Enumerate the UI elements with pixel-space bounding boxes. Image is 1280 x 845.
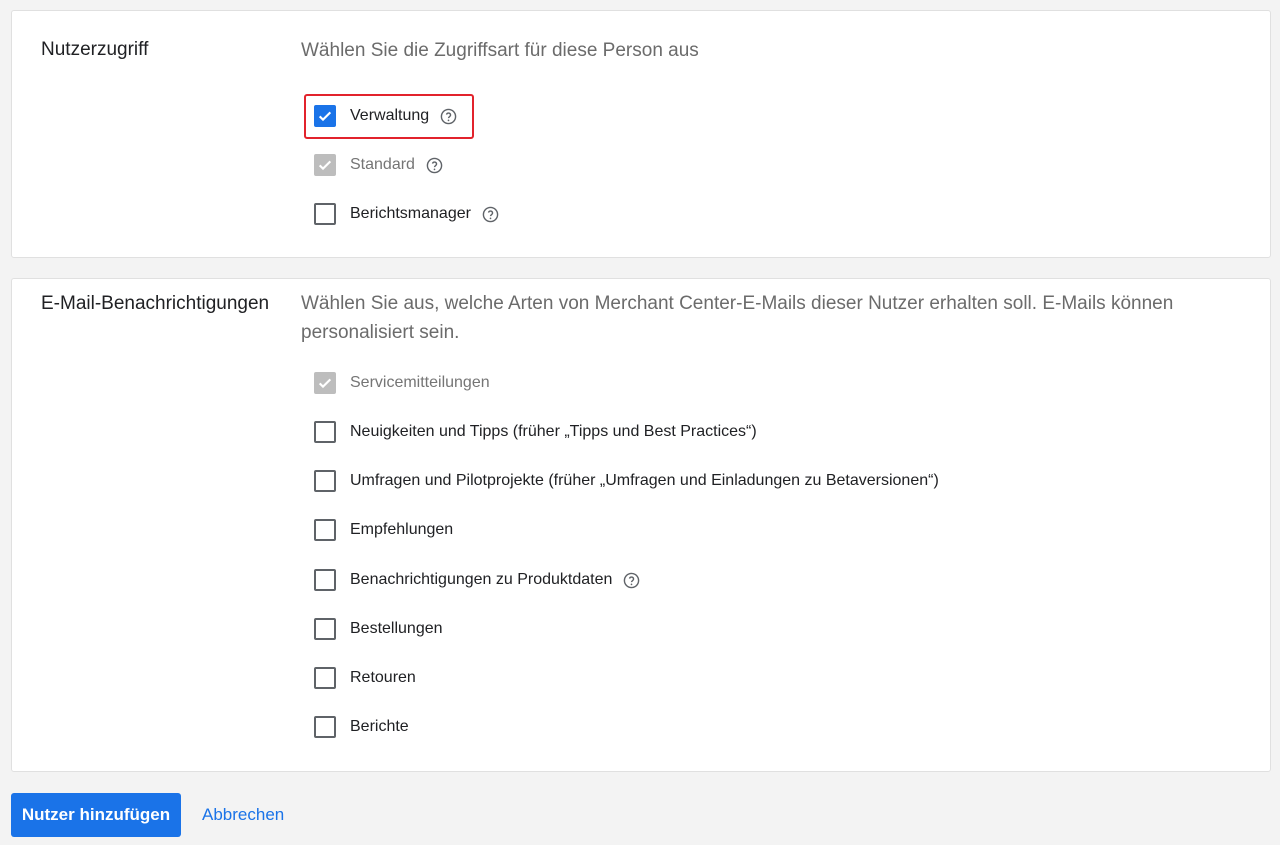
email-section-title: E-Mail-Benachrichtigungen — [41, 293, 270, 314]
email-option-bestellungen[interactable]: Bestellungen — [314, 616, 443, 642]
checkmark-icon — [318, 111, 332, 122]
option-label: Empfehlungen — [350, 521, 454, 538]
help-circle-icon[interactable] — [623, 572, 640, 589]
option-label: Standard — [350, 156, 415, 173]
option-label: Verwaltung — [350, 107, 430, 124]
access-section-description: Wählen Sie die Zugriffsart für diese Per… — [301, 40, 699, 61]
checkbox — [314, 372, 336, 394]
email-section-description: Wählen Sie aus, welche Arten von Merchan… — [301, 293, 1174, 343]
email-card: E-Mail-Benachrichtigungen Wählen Sie aus… — [11, 278, 1271, 772]
access-card: Nutzerzugriff Wählen Sie die Zugriffsart… — [11, 10, 1271, 258]
email-option-umfragen[interactable]: Umfragen und Pilotprojekte (früher „Umfr… — [314, 468, 939, 494]
access-section-title: Nutzerzugriff — [41, 39, 149, 60]
option-label: Benachrichtigungen zu Produktdaten — [350, 571, 613, 588]
checkbox[interactable] — [314, 716, 336, 738]
email-option-empfehlungen[interactable]: Empfehlungen — [314, 517, 453, 543]
checkbox[interactable] — [314, 667, 336, 689]
checkbox[interactable] — [314, 618, 336, 640]
email-option-servicemitteilungen: Servicemitteilungen — [314, 370, 490, 396]
cancel-button[interactable]: Abbrechen — [190, 793, 296, 837]
email-option-berichte[interactable]: Berichte — [314, 714, 409, 740]
option-label: Berichtsmanager — [350, 205, 471, 222]
option-label: Umfragen und Pilotprojekte (früher „Umfr… — [350, 472, 939, 489]
option-label: Berichte — [350, 718, 409, 735]
access-option-verwaltung[interactable]: Verwaltung — [314, 103, 457, 129]
help-circle-icon[interactable] — [426, 157, 443, 174]
checkbox — [314, 154, 336, 176]
checkbox[interactable] — [314, 105, 336, 127]
checkbox[interactable] — [314, 470, 336, 492]
checkbox[interactable] — [314, 569, 336, 591]
option-label: Neuigkeiten und Tipps (früher „Tipps und… — [350, 423, 757, 440]
help-circle-icon[interactable] — [482, 206, 499, 223]
email-option-neuigkeiten[interactable]: Neuigkeiten und Tipps (früher „Tipps und… — [314, 419, 757, 445]
access-option-berichtsmanager[interactable]: Berichtsmanager — [314, 201, 499, 227]
checkbox[interactable] — [314, 421, 336, 443]
checkmark-icon — [318, 160, 332, 171]
email-option-produktdaten[interactable]: Benachrichtigungen zu Produktdaten — [314, 567, 640, 593]
help-circle-icon[interactable] — [440, 108, 457, 125]
checkbox[interactable] — [314, 203, 336, 225]
option-label: Retouren — [350, 669, 416, 686]
checkmark-icon — [318, 378, 332, 389]
checkbox[interactable] — [314, 519, 336, 541]
access-option-standard: Standard — [314, 152, 443, 178]
email-option-retouren[interactable]: Retouren — [314, 665, 416, 691]
add-user-button[interactable]: Nutzer hinzufügen — [11, 793, 181, 837]
option-label: Servicemitteilungen — [350, 374, 490, 391]
option-label: Bestellungen — [350, 620, 443, 637]
